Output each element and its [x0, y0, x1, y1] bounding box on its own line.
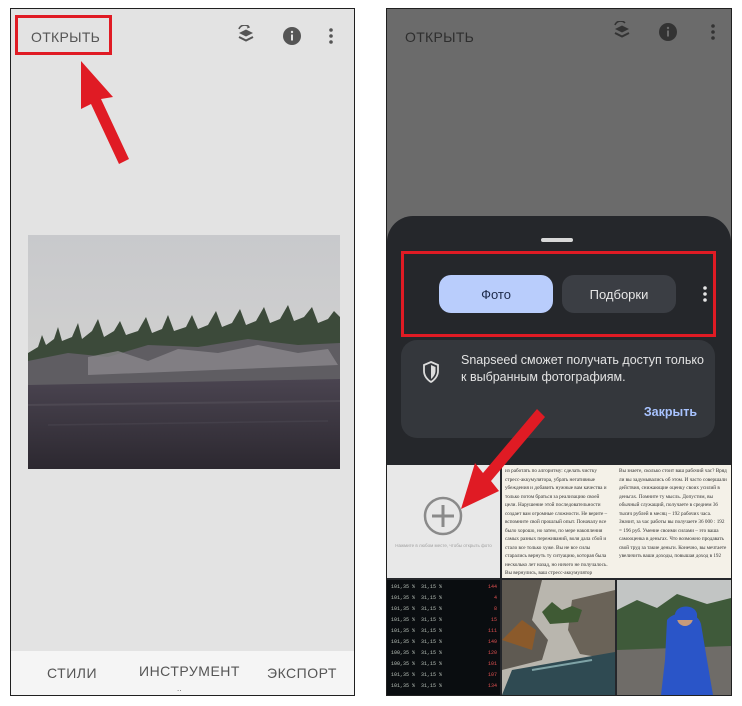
more-vert-icon-dimmed — [705, 19, 721, 45]
info-icon-dimmed — [655, 19, 681, 45]
tools-underline-dots: .. — [177, 684, 182, 693]
spreadsheet-thumbnail[interactable]: 101,35 % 31,15 % 144 101,35 % 31,15 % 4 101,… — [387, 580, 500, 695]
data-rows: 101,35 % 31,15 % 144 101,35 % 31,15 % 4 101,… — [391, 582, 497, 692]
data-row: 101,35 % 31,15 % 144 — [391, 584, 497, 590]
data-row: 101,35 % 31,15 % 134 — [391, 683, 497, 689]
data-row: 100,35 % 31,15 % 101 — [391, 661, 497, 667]
open-button-highlight — [15, 15, 112, 55]
layers-rotate-icon[interactable] — [233, 23, 259, 49]
more-vert-icon[interactable] — [323, 23, 339, 49]
edited-photo[interactable] — [28, 235, 340, 469]
drag-handle[interactable] — [541, 238, 573, 242]
open-button-dimmed: ОТКРЫТЬ — [405, 29, 475, 45]
bottom-navigation: СТИЛИ ИНСТРУМЕНТ .. ЭКСПОРТ — [11, 651, 354, 695]
add-photo-hint: Нажмите в любом месте, чтобы открыть фот… — [395, 543, 492, 548]
data-row: 101,35 % 31,15 % 8 — [391, 606, 497, 612]
snapseed-home-screen: ОТКРЫТЬ СТИЛИ ИНСТРУМЕНТ .. ЭКСПОРТ — [10, 8, 355, 696]
notice-close-button[interactable]: Закрыть — [644, 405, 697, 419]
doc-column-2: Вы знаете, сколько стоит ваш рабочий час… — [619, 468, 727, 559]
notice-text: Snapseed сможет получать доступ только к… — [461, 353, 704, 384]
person-photo-thumbnail[interactable] — [617, 580, 731, 695]
layers-rotate-icon-dimmed — [609, 19, 635, 45]
info-icon[interactable] — [279, 23, 305, 49]
shield-icon — [421, 360, 441, 384]
red-arrow-icon — [81, 61, 129, 164]
data-row: 100,35 % 31,15 % 120 — [391, 650, 497, 656]
canyon-photo-thumbnail[interactable] — [502, 580, 615, 695]
data-row: 101,35 % 31,15 % 111 — [391, 628, 497, 634]
data-row: 101,35 % 31,15 % 15 — [391, 617, 497, 623]
nav-styles[interactable]: СТИЛИ — [47, 665, 97, 681]
photo-picker-screen: ОТКРЫТЬ Фото Подборки Snapseed сможет по… — [386, 8, 732, 696]
tabs-highlight — [401, 251, 716, 337]
data-row: 101,35 % 31,15 % 107 — [391, 672, 497, 678]
red-arrow-icon — [461, 409, 545, 509]
nav-export[interactable]: ЭКСПОРТ — [267, 665, 337, 681]
data-row: 101,35 % 31,15 % 4 — [391, 595, 497, 601]
data-row: 101,35 % 31,15 % 149 — [391, 639, 497, 645]
nav-tools[interactable]: ИНСТРУМЕНТ — [139, 663, 240, 679]
